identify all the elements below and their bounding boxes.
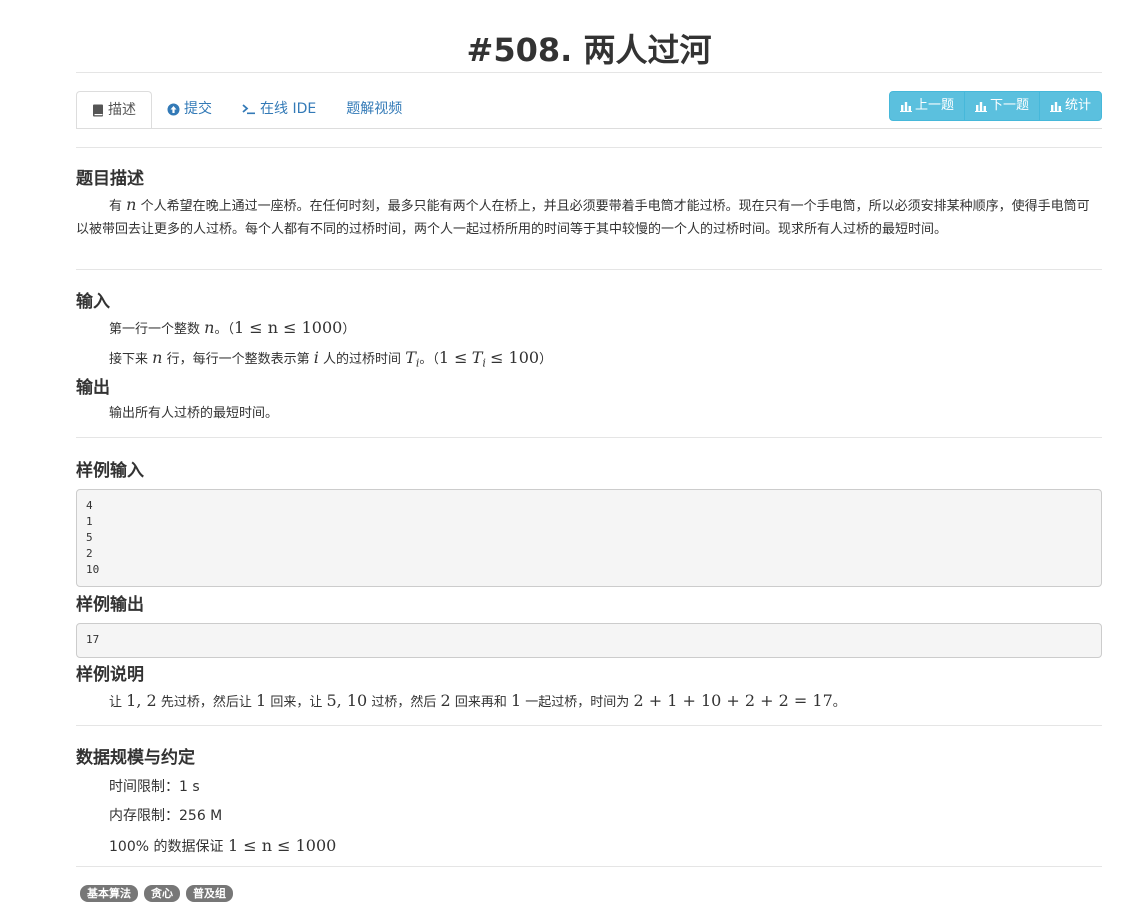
description-text: 有 n 个人希望在晚上通过一座桥。在任何时刻，最多只能有两个人在桥上，并且必须要… xyxy=(76,193,1102,241)
tab-online-ide[interactable]: 在线 IDE xyxy=(227,91,331,127)
text-fragment: 第一行一个整数 xyxy=(109,322,201,337)
math-var: n xyxy=(152,348,163,367)
text-fragment: 一起过桥，时间为 xyxy=(525,695,630,710)
tag-badge[interactable]: 普及组 xyxy=(186,885,233,902)
input-heading: 输入 xyxy=(76,292,110,312)
code-line: 5 xyxy=(86,531,93,544)
text-fragment: 让 xyxy=(109,695,123,710)
constraints-section: 数据规模与约定 时间限制：1 s 内存限制：256 M 100% 的数据保证 1… xyxy=(76,743,1102,862)
section-divider xyxy=(76,866,1102,867)
sample-input-section: 样例输入 4 1 5 2 10 xyxy=(76,456,1102,587)
explanation-section: 样例说明 让 1, 2 先过桥，然后让 1 回来，让 5, 10 过桥，然后 2… xyxy=(76,660,1102,716)
math-expression: 1 xyxy=(255,691,267,710)
text-fragment: 过桥，然后 xyxy=(371,695,437,710)
book-icon xyxy=(92,104,104,117)
text-fragment: 接下来 xyxy=(109,352,149,367)
code-line: 2 xyxy=(86,547,93,560)
math-var: T xyxy=(471,348,483,367)
code-line: 17 xyxy=(86,633,100,646)
math-expression: ≤ 100 xyxy=(490,348,540,367)
text-fragment: ） xyxy=(539,352,553,367)
math-expression: 1 ≤ n ≤ 1000 xyxy=(233,318,343,337)
section-divider xyxy=(76,725,1102,726)
text-fragment: 先过桥，然后让 xyxy=(160,695,252,710)
section-divider xyxy=(76,437,1102,438)
math-expression: 1, 2 xyxy=(126,691,157,710)
output-heading: 输出 xyxy=(76,378,110,398)
text-fragment: 100% 的数据保证 xyxy=(109,839,224,855)
description-section: 题目描述 有 n 个人希望在晚上通过一座桥。在任何时刻，最多只能有两个人在桥上，… xyxy=(76,164,1102,241)
tab-submit[interactable]: 提交 xyxy=(152,91,227,127)
bar-chart-icon xyxy=(974,101,987,112)
math-expression: 1 ≤ xyxy=(438,348,468,367)
code-line: 4 xyxy=(86,499,93,512)
constraints-heading: 数据规模与约定 xyxy=(76,748,195,768)
tab-label: 提交 xyxy=(184,101,212,117)
prev-problem-button[interactable]: 上一题 xyxy=(888,91,965,121)
bar-chart-icon xyxy=(899,101,912,112)
text-fragment: 回来再和 xyxy=(454,695,507,710)
terminal-icon xyxy=(242,103,256,115)
output-text: 输出所有人过桥的最短时间。 xyxy=(109,406,279,421)
tab-label: 在线 IDE xyxy=(260,101,317,117)
text-fragment: 。 xyxy=(832,695,846,710)
math-expression: 5, 10 xyxy=(326,691,368,710)
text-fragment: 有 xyxy=(109,199,123,214)
math-subscript: i xyxy=(482,356,486,370)
math-var: i xyxy=(313,348,319,367)
statistics-button[interactable]: 统计 xyxy=(1038,91,1102,121)
sample-output-heading: 样例输出 xyxy=(76,595,144,615)
button-label: 上一题 xyxy=(914,98,954,113)
tag-badge[interactable]: 基本算法 xyxy=(80,885,138,902)
input-line-1: 第一行一个整数 n。（1 ≤ n ≤ 1000） xyxy=(76,315,1102,343)
input-section: 输入 第一行一个整数 n。（1 ≤ n ≤ 1000） 接下来 n 行，每行一个… xyxy=(76,287,1102,379)
math-expression: 1 xyxy=(510,691,522,710)
sample-output-section: 样例输出 17 xyxy=(76,590,1102,658)
explanation-text: 让 1, 2 先过桥，然后让 1 回来，让 5, 10 过桥，然后 2 回来再和… xyxy=(76,688,1102,716)
time-limit: 时间限制：1 s xyxy=(109,779,200,795)
math-var: T xyxy=(405,348,416,367)
code-line: 10 xyxy=(86,563,100,576)
tag-badge[interactable]: 贪心 xyxy=(144,885,180,902)
math-var: n xyxy=(204,318,215,337)
text-fragment: 。（ xyxy=(214,322,234,337)
button-label: 统计 xyxy=(1064,98,1091,113)
text-fragment: 人的过桥时间 xyxy=(323,352,402,367)
code-line: 1 xyxy=(86,515,93,528)
description-heading: 题目描述 xyxy=(76,169,144,189)
memory-limit: 内存限制：256 M xyxy=(109,808,223,824)
math-expression: 1 ≤ n ≤ 1000 xyxy=(227,836,337,855)
section-divider xyxy=(76,269,1102,270)
tab-label: 题解视频 xyxy=(346,101,403,117)
bar-chart-icon xyxy=(1049,101,1062,112)
text-fragment: 个人希望在晚上通过一座桥。在任何时刻，最多只能有两个人在桥上，并且必须要带着手电… xyxy=(76,199,1090,237)
section-divider xyxy=(76,147,1102,148)
text-fragment: 回来，让 xyxy=(270,695,323,710)
tab-label: 描述 xyxy=(108,102,136,118)
tag-list: 基本算法 贪心 普及组 xyxy=(76,885,1102,902)
output-section: 输出 输出所有人过桥的最短时间。 xyxy=(76,373,1102,425)
problem-page: #508. 两人过河 描述 提交 在线 IDE 题解视频 上一题 下一题 统计 … xyxy=(76,0,1102,902)
text-fragment: 行，每行一个整数表示第 xyxy=(166,352,310,367)
explanation-heading: 样例说明 xyxy=(76,665,144,685)
tab-description[interactable]: 描述 xyxy=(76,91,152,129)
problem-nav-buttons: 上一题 下一题 统计 xyxy=(888,91,1102,121)
tab-bar: 描述 提交 在线 IDE 题解视频 上一题 下一题 统计 xyxy=(76,73,1102,129)
text-fragment: ） xyxy=(342,322,356,337)
button-label: 下一题 xyxy=(989,98,1029,113)
math-expression: 2 xyxy=(440,691,451,710)
data-guarantee: 100% 的数据保证 1 ≤ n ≤ 1000 xyxy=(76,831,1102,862)
sample-output-block[interactable]: 17 xyxy=(76,623,1102,658)
page-title: #508. 两人过河 xyxy=(466,31,712,69)
sample-input-heading: 样例输入 xyxy=(76,461,144,481)
upload-circle-icon xyxy=(167,103,180,116)
math-expression: 2 + 1 + 10 + 2 + 2 = 17 xyxy=(633,691,833,710)
tab-solution-video[interactable]: 题解视频 xyxy=(331,91,417,127)
math-var: n xyxy=(126,195,137,214)
sample-input-block[interactable]: 4 1 5 2 10 xyxy=(76,489,1102,587)
next-problem-button[interactable]: 下一题 xyxy=(963,91,1040,121)
tab-underline xyxy=(76,128,1102,129)
text-fragment: 。（ xyxy=(419,352,439,367)
